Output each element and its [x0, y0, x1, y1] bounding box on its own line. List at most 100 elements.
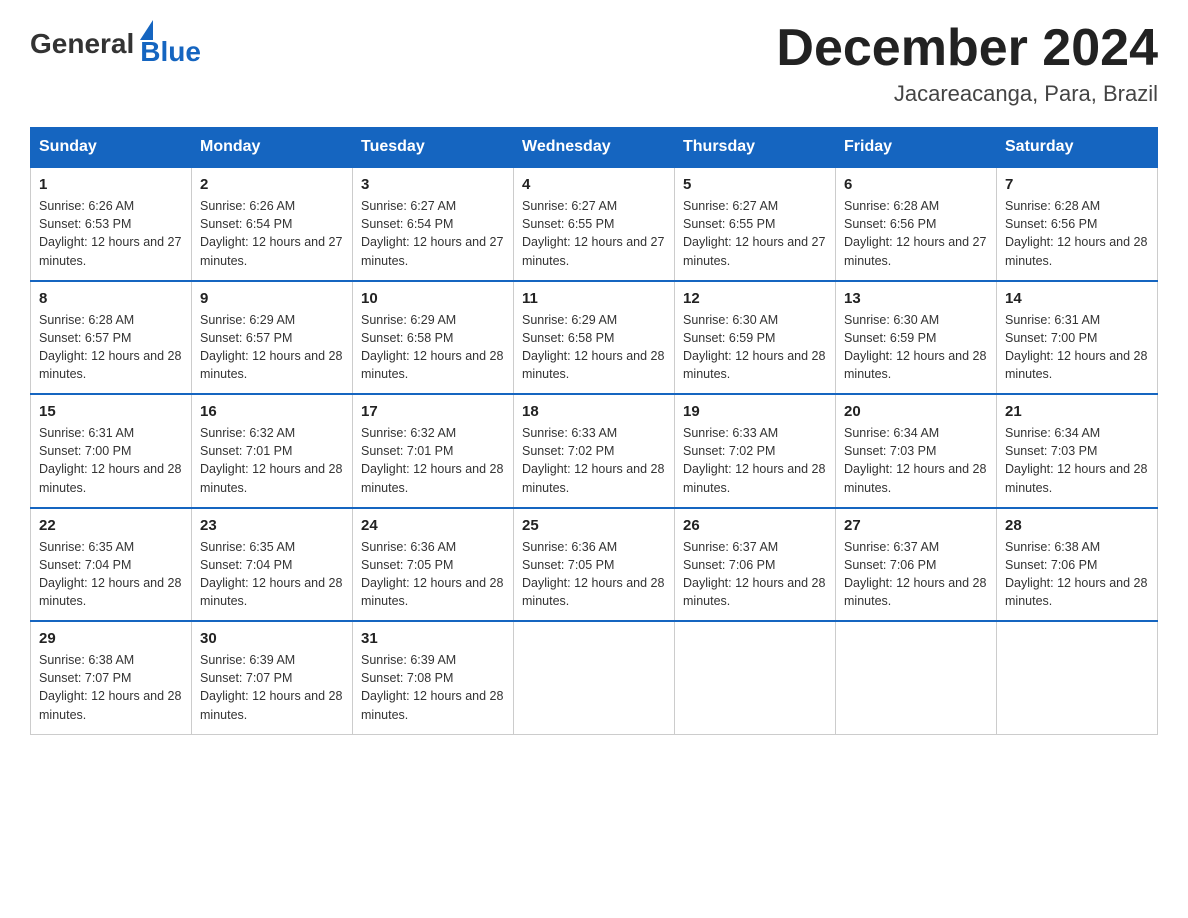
table-row: 28 Sunrise: 6:38 AMSunset: 7:06 PMDaylig…	[997, 508, 1158, 622]
calendar-week-row: 8 Sunrise: 6:28 AMSunset: 6:57 PMDayligh…	[31, 281, 1158, 395]
table-row: 12 Sunrise: 6:30 AMSunset: 6:59 PMDaylig…	[675, 281, 836, 395]
day-info: Sunrise: 6:39 AMSunset: 7:07 PMDaylight:…	[200, 651, 344, 724]
table-row: 3 Sunrise: 6:27 AMSunset: 6:54 PMDayligh…	[353, 167, 514, 281]
table-row: 17 Sunrise: 6:32 AMSunset: 7:01 PMDaylig…	[353, 394, 514, 508]
day-number: 17	[361, 403, 505, 420]
day-number: 3	[361, 176, 505, 193]
day-info: Sunrise: 6:36 AMSunset: 7:05 PMDaylight:…	[361, 538, 505, 611]
calendar-week-row: 1 Sunrise: 6:26 AMSunset: 6:53 PMDayligh…	[31, 167, 1158, 281]
day-info: Sunrise: 6:29 AMSunset: 6:57 PMDaylight:…	[200, 311, 344, 384]
day-number: 4	[522, 176, 666, 193]
day-number: 7	[1005, 176, 1149, 193]
day-info: Sunrise: 6:27 AMSunset: 6:54 PMDaylight:…	[361, 197, 505, 270]
day-info: Sunrise: 6:28 AMSunset: 6:56 PMDaylight:…	[844, 197, 988, 270]
table-row: 7 Sunrise: 6:28 AMSunset: 6:56 PMDayligh…	[997, 167, 1158, 281]
table-row: 9 Sunrise: 6:29 AMSunset: 6:57 PMDayligh…	[192, 281, 353, 395]
table-row: 20 Sunrise: 6:34 AMSunset: 7:03 PMDaylig…	[836, 394, 997, 508]
table-row: 16 Sunrise: 6:32 AMSunset: 7:01 PMDaylig…	[192, 394, 353, 508]
page-header: General Blue December 2024 Jacareacanga,…	[30, 20, 1158, 107]
day-info: Sunrise: 6:30 AMSunset: 6:59 PMDaylight:…	[844, 311, 988, 384]
month-title: December 2024	[776, 20, 1158, 77]
calendar-week-row: 22 Sunrise: 6:35 AMSunset: 7:04 PMDaylig…	[31, 508, 1158, 622]
day-info: Sunrise: 6:28 AMSunset: 6:56 PMDaylight:…	[1005, 197, 1149, 270]
col-thursday: Thursday	[675, 128, 836, 168]
day-info: Sunrise: 6:29 AMSunset: 6:58 PMDaylight:…	[522, 311, 666, 384]
day-info: Sunrise: 6:35 AMSunset: 7:04 PMDaylight:…	[200, 538, 344, 611]
col-wednesday: Wednesday	[514, 128, 675, 168]
day-number: 31	[361, 630, 505, 647]
calendar-table: Sunday Monday Tuesday Wednesday Thursday…	[30, 127, 1158, 735]
table-row	[836, 621, 997, 734]
day-number: 24	[361, 517, 505, 534]
table-row: 25 Sunrise: 6:36 AMSunset: 7:05 PMDaylig…	[514, 508, 675, 622]
day-info: Sunrise: 6:39 AMSunset: 7:08 PMDaylight:…	[361, 651, 505, 724]
table-row: 19 Sunrise: 6:33 AMSunset: 7:02 PMDaylig…	[675, 394, 836, 508]
table-row: 6 Sunrise: 6:28 AMSunset: 6:56 PMDayligh…	[836, 167, 997, 281]
day-number: 9	[200, 290, 344, 307]
day-info: Sunrise: 6:33 AMSunset: 7:02 PMDaylight:…	[522, 424, 666, 497]
table-row: 23 Sunrise: 6:35 AMSunset: 7:04 PMDaylig…	[192, 508, 353, 622]
day-info: Sunrise: 6:28 AMSunset: 6:57 PMDaylight:…	[39, 311, 183, 384]
day-info: Sunrise: 6:31 AMSunset: 7:00 PMDaylight:…	[1005, 311, 1149, 384]
day-info: Sunrise: 6:29 AMSunset: 6:58 PMDaylight:…	[361, 311, 505, 384]
table-row	[675, 621, 836, 734]
table-row: 21 Sunrise: 6:34 AMSunset: 7:03 PMDaylig…	[997, 394, 1158, 508]
table-row: 11 Sunrise: 6:29 AMSunset: 6:58 PMDaylig…	[514, 281, 675, 395]
day-number: 18	[522, 403, 666, 420]
day-info: Sunrise: 6:38 AMSunset: 7:06 PMDaylight:…	[1005, 538, 1149, 611]
day-number: 8	[39, 290, 183, 307]
day-info: Sunrise: 6:32 AMSunset: 7:01 PMDaylight:…	[361, 424, 505, 497]
day-info: Sunrise: 6:37 AMSunset: 7:06 PMDaylight:…	[844, 538, 988, 611]
calendar-header-row: Sunday Monday Tuesday Wednesday Thursday…	[31, 128, 1158, 168]
col-saturday: Saturday	[997, 128, 1158, 168]
title-area: December 2024 Jacareacanga, Para, Brazil	[776, 20, 1158, 107]
table-row	[514, 621, 675, 734]
day-number: 21	[1005, 403, 1149, 420]
table-row: 14 Sunrise: 6:31 AMSunset: 7:00 PMDaylig…	[997, 281, 1158, 395]
table-row: 10 Sunrise: 6:29 AMSunset: 6:58 PMDaylig…	[353, 281, 514, 395]
day-info: Sunrise: 6:38 AMSunset: 7:07 PMDaylight:…	[39, 651, 183, 724]
day-number: 2	[200, 176, 344, 193]
table-row: 31 Sunrise: 6:39 AMSunset: 7:08 PMDaylig…	[353, 621, 514, 734]
day-number: 10	[361, 290, 505, 307]
day-number: 5	[683, 176, 827, 193]
table-row: 24 Sunrise: 6:36 AMSunset: 7:05 PMDaylig…	[353, 508, 514, 622]
day-number: 29	[39, 630, 183, 647]
day-number: 11	[522, 290, 666, 307]
table-row: 22 Sunrise: 6:35 AMSunset: 7:04 PMDaylig…	[31, 508, 192, 622]
day-info: Sunrise: 6:34 AMSunset: 7:03 PMDaylight:…	[844, 424, 988, 497]
location-subtitle: Jacareacanga, Para, Brazil	[776, 81, 1158, 107]
table-row	[997, 621, 1158, 734]
day-info: Sunrise: 6:32 AMSunset: 7:01 PMDaylight:…	[200, 424, 344, 497]
table-row: 27 Sunrise: 6:37 AMSunset: 7:06 PMDaylig…	[836, 508, 997, 622]
day-info: Sunrise: 6:26 AMSunset: 6:53 PMDaylight:…	[39, 197, 183, 270]
day-info: Sunrise: 6:36 AMSunset: 7:05 PMDaylight:…	[522, 538, 666, 611]
table-row: 1 Sunrise: 6:26 AMSunset: 6:53 PMDayligh…	[31, 167, 192, 281]
table-row: 15 Sunrise: 6:31 AMSunset: 7:00 PMDaylig…	[31, 394, 192, 508]
day-info: Sunrise: 6:27 AMSunset: 6:55 PMDaylight:…	[683, 197, 827, 270]
calendar-week-row: 15 Sunrise: 6:31 AMSunset: 7:00 PMDaylig…	[31, 394, 1158, 508]
col-tuesday: Tuesday	[353, 128, 514, 168]
table-row: 4 Sunrise: 6:27 AMSunset: 6:55 PMDayligh…	[514, 167, 675, 281]
day-info: Sunrise: 6:26 AMSunset: 6:54 PMDaylight:…	[200, 197, 344, 270]
day-info: Sunrise: 6:30 AMSunset: 6:59 PMDaylight:…	[683, 311, 827, 384]
day-number: 20	[844, 403, 988, 420]
table-row: 18 Sunrise: 6:33 AMSunset: 7:02 PMDaylig…	[514, 394, 675, 508]
day-info: Sunrise: 6:31 AMSunset: 7:00 PMDaylight:…	[39, 424, 183, 497]
day-info: Sunrise: 6:33 AMSunset: 7:02 PMDaylight:…	[683, 424, 827, 497]
table-row: 30 Sunrise: 6:39 AMSunset: 7:07 PMDaylig…	[192, 621, 353, 734]
table-row: 5 Sunrise: 6:27 AMSunset: 6:55 PMDayligh…	[675, 167, 836, 281]
col-monday: Monday	[192, 128, 353, 168]
col-friday: Friday	[836, 128, 997, 168]
day-info: Sunrise: 6:37 AMSunset: 7:06 PMDaylight:…	[683, 538, 827, 611]
day-number: 15	[39, 403, 183, 420]
logo: General Blue	[30, 20, 201, 68]
table-row: 29 Sunrise: 6:38 AMSunset: 7:07 PMDaylig…	[31, 621, 192, 734]
day-info: Sunrise: 6:27 AMSunset: 6:55 PMDaylight:…	[522, 197, 666, 270]
logo-blue-text: Blue	[140, 36, 201, 68]
table-row: 26 Sunrise: 6:37 AMSunset: 7:06 PMDaylig…	[675, 508, 836, 622]
day-number: 13	[844, 290, 988, 307]
calendar-week-row: 29 Sunrise: 6:38 AMSunset: 7:07 PMDaylig…	[31, 621, 1158, 734]
day-number: 6	[844, 176, 988, 193]
day-number: 25	[522, 517, 666, 534]
